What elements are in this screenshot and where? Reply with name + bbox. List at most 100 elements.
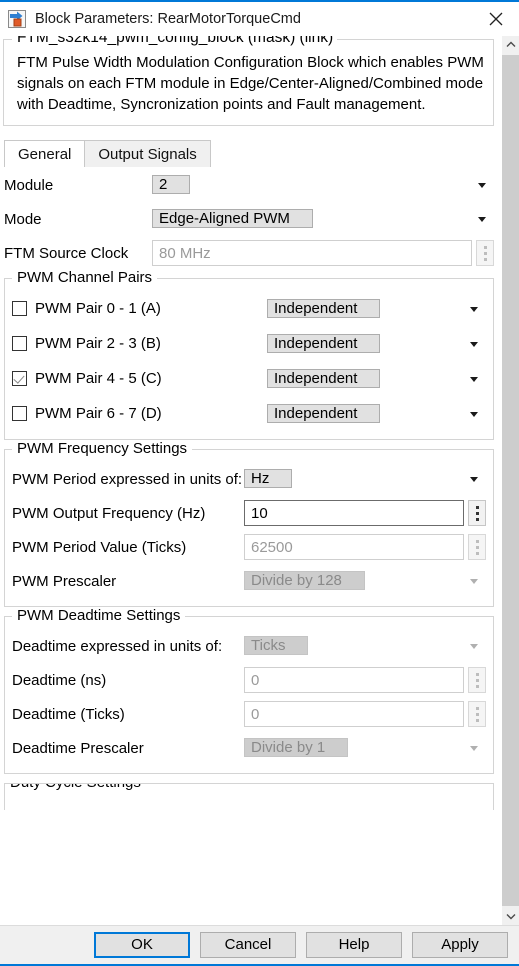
vertical-scrollbar[interactable] (501, 36, 519, 925)
label-pwm-pair-d: PWM Pair 6 - 7 (D) (35, 405, 162, 422)
label-pwm-pair-a: PWM Pair 0 - 1 (A) (35, 300, 161, 317)
cancel-button[interactable]: Cancel (200, 932, 296, 958)
deadtime-ns-input (244, 667, 464, 693)
chevron-down-icon (470, 746, 478, 751)
tab-general[interactable]: General (4, 140, 86, 167)
chevron-down-icon (478, 183, 486, 188)
help-button[interactable]: Help (306, 932, 402, 958)
chevron-down-icon (470, 376, 478, 382)
label-module: Module (4, 176, 54, 194)
block-description-header: FTM_s32k14_pwm_config_block (mask) (link… (12, 36, 338, 47)
chevron-down-icon (470, 341, 478, 347)
row-pwm-pair-b: PWM Pair 2 - 3 (B) Independent (12, 327, 486, 360)
pwm-deadtime-settings-title: PWM Deadtime Settings (12, 607, 186, 624)
deadtime-ticks-input (244, 701, 464, 727)
pwm-pair-c-mode-dropdown[interactable]: Independent (267, 367, 486, 391)
pwm-channel-pairs-title: PWM Channel Pairs (12, 269, 158, 286)
label-deadtime-prescaler: Deadtime Prescaler (12, 739, 144, 757)
close-icon[interactable] (473, 2, 519, 36)
ok-button[interactable]: OK (94, 932, 190, 958)
mode-dropdown[interactable]: Edge-Aligned PWM (152, 207, 494, 231)
label-mode: Mode (4, 210, 42, 228)
title-bar: Block Parameters: RearMotorTorqueCmd (0, 2, 519, 36)
label-pwm-prescaler: PWM Prescaler (12, 572, 117, 590)
pwm-period-value-input (244, 534, 464, 560)
row-pwm-pair-a: PWM Pair 0 - 1 (A) Independent (12, 292, 486, 325)
row-ftm-source-clock: FTM Source Clock (4, 237, 494, 269)
label-pwm-period-value: PWM Period Value (Ticks) (12, 538, 187, 556)
label-pwm-pair-b: PWM Pair 2 - 3 (B) (35, 335, 161, 352)
row-deadtime-units: Deadtime expressed in units of: Ticks (12, 630, 486, 662)
row-pwm-output-frequency: PWM Output Frequency (Hz) (12, 497, 486, 529)
pwm-period-units-dropdown[interactable]: Hz (244, 467, 486, 491)
deadtime-prescaler-value: Divide by 1 (244, 738, 349, 757)
general-form: Module 2 Mode Edge-Aligned PWM FTM Sourc… (0, 169, 501, 269)
deadtime-units-value: Ticks (244, 636, 309, 655)
tab-output-signals[interactable]: Output Signals (84, 140, 211, 167)
pwm-pair-a-mode-value: Independent (267, 298, 381, 318)
pwm-prescaler-value: Divide by 128 (244, 571, 365, 590)
chevron-up-icon[interactable] (502, 36, 519, 53)
pwm-frequency-settings-group: PWM Frequency Settings PWM Period expres… (4, 440, 494, 607)
pwm-deadtime-settings-group: PWM Deadtime Settings Deadtime expressed… (4, 607, 494, 774)
scrollbar-thumb[interactable] (502, 55, 519, 906)
chevron-down-icon[interactable] (502, 908, 519, 925)
deadtime-prescaler-dropdown: Divide by 1 (244, 736, 486, 760)
pwm-pair-a-mode-dropdown[interactable]: Independent (267, 297, 486, 321)
row-pwm-period-units: PWM Period expressed in units of: Hz (12, 463, 486, 495)
duty-cycle-settings-group: Duty Cycle Settings (4, 783, 494, 810)
pwm-output-frequency-input[interactable] (244, 500, 464, 526)
block-parameters-dialog: Block Parameters: RearMotorTorqueCmd FTM… (0, 0, 519, 966)
checkbox-pwm-pair-a[interactable] (12, 301, 27, 316)
simulink-block-icon (8, 10, 26, 28)
pwm-pair-b-mode-dropdown[interactable]: Independent (267, 332, 486, 356)
label-deadtime-ns: Deadtime (ns) (12, 671, 107, 689)
pwm-pair-d-mode-dropdown[interactable]: Independent (267, 402, 486, 426)
dialog-content: FTM_s32k14_pwm_config_block (mask) (link… (0, 36, 519, 925)
scrollbar-track[interactable] (502, 53, 519, 908)
pwm-frequency-settings-title: PWM Frequency Settings (12, 440, 193, 457)
apply-button[interactable]: Apply (412, 932, 508, 958)
label-pwm-output-frequency: PWM Output Frequency (Hz) (12, 504, 206, 522)
label-deadtime-ticks: Deadtime (Ticks) (12, 705, 125, 723)
deadtime-ns-spinner (468, 667, 486, 693)
pwm-period-value-spinner (468, 534, 486, 560)
row-module: Module 2 (4, 169, 494, 201)
row-mode: Mode Edge-Aligned PWM (4, 203, 494, 235)
checkbox-pwm-pair-c[interactable] (12, 371, 27, 386)
row-pwm-prescaler: PWM Prescaler Divide by 128 (12, 565, 486, 597)
pwm-pair-d-mode-value: Independent (267, 403, 381, 423)
deadtime-units-dropdown: Ticks (244, 634, 486, 658)
row-deadtime-prescaler: Deadtime Prescaler Divide by 1 (12, 732, 486, 764)
row-deadtime-ticks: Deadtime (Ticks) (12, 698, 486, 730)
chevron-down-icon (478, 217, 486, 222)
chevron-down-icon (470, 306, 478, 312)
pwm-pair-c-mode-value: Independent (267, 368, 381, 388)
block-description-group: FTM_s32k14_pwm_config_block (mask) (link… (3, 36, 494, 126)
tab-strip: General Output Signals (4, 139, 501, 167)
window-title: Block Parameters: RearMotorTorqueCmd (35, 11, 301, 27)
pwm-channel-pairs-group: PWM Channel Pairs PWM Pair 0 - 1 (A) Ind… (4, 269, 494, 440)
pwm-output-frequency-spinner[interactable] (468, 500, 486, 526)
row-pwm-pair-c: PWM Pair 4 - 5 (C) Independent (12, 362, 486, 395)
chevron-down-icon (470, 411, 478, 417)
checkbox-pwm-pair-b[interactable] (12, 336, 27, 351)
row-pwm-pair-d: PWM Pair 6 - 7 (D) Independent (12, 397, 486, 430)
chevron-down-icon (470, 579, 478, 584)
pwm-prescaler-dropdown: Divide by 128 (244, 569, 486, 593)
pwm-pair-b-mode-value: Independent (267, 333, 381, 353)
dialog-button-bar: OK Cancel Help Apply (0, 925, 519, 966)
duty-cycle-settings-title: Duty Cycle Settings (5, 784, 146, 791)
label-pwm-period-units: PWM Period expressed in units of: (12, 470, 243, 488)
pwm-period-units-value: Hz (244, 469, 293, 488)
checkbox-pwm-pair-d[interactable] (12, 406, 27, 421)
module-dropdown[interactable]: 2 (152, 173, 494, 197)
block-description-text: FTM Pulse Width Modulation Configuration… (17, 54, 484, 113)
ftm-source-clock-input (152, 240, 472, 266)
row-pwm-period-value: PWM Period Value (Ticks) (12, 531, 486, 563)
ftm-source-clock-spinner (476, 240, 494, 266)
chevron-down-icon (470, 477, 478, 482)
module-dropdown-value: 2 (152, 175, 191, 194)
label-ftm-source-clock: FTM Source Clock (4, 244, 129, 262)
mode-dropdown-value: Edge-Aligned PWM (152, 209, 313, 228)
